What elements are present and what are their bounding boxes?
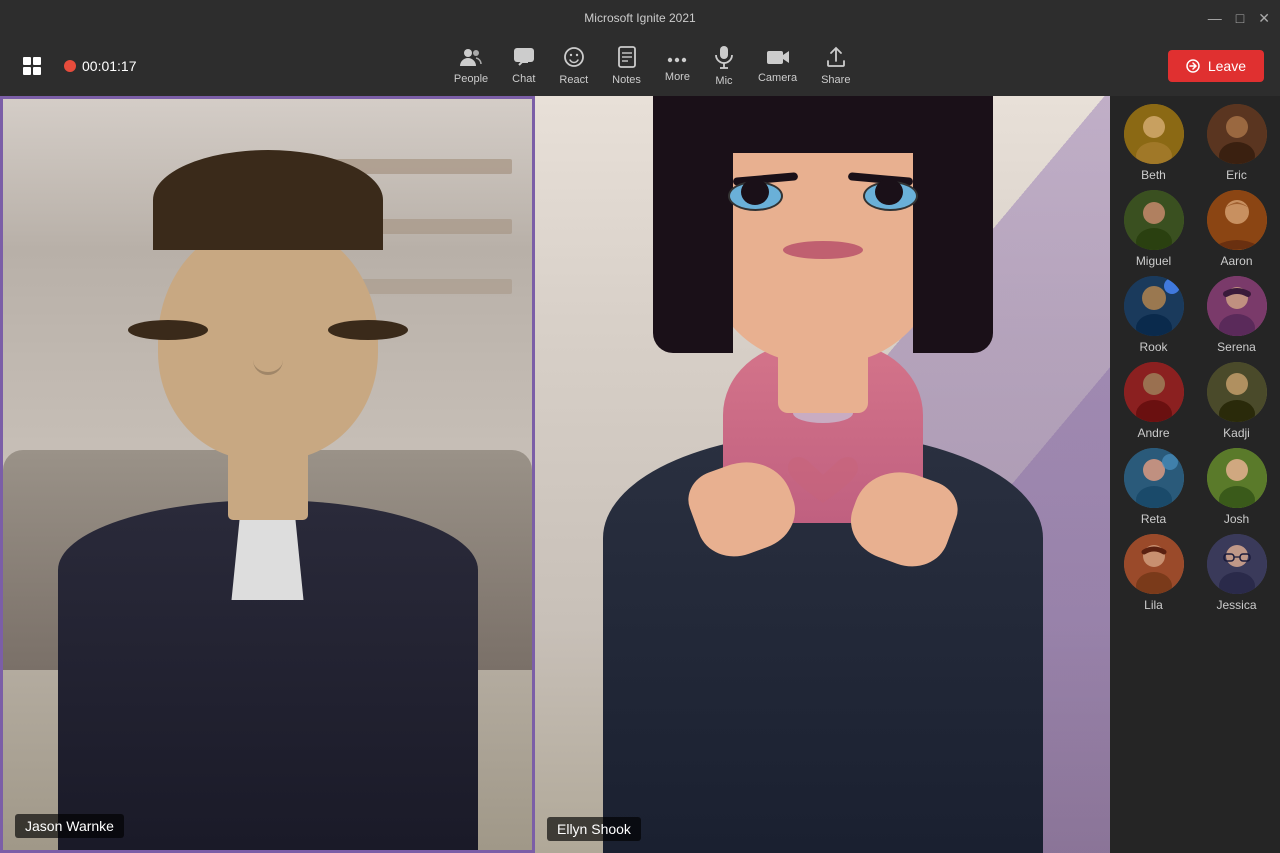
- people-icon: [459, 47, 483, 71]
- window-title: Microsoft Ignite 2021: [584, 11, 695, 25]
- chat-icon: [513, 47, 535, 71]
- name-rook: Rook: [1139, 340, 1167, 354]
- participant-aaron[interactable]: Aaron: [1199, 190, 1274, 268]
- timer-display: 00:01:17: [82, 58, 137, 74]
- share-label: Share: [821, 74, 850, 86]
- title-bar: Microsoft Ignite 2021 — □ ✕: [0, 0, 1280, 36]
- people-label: People: [454, 73, 488, 85]
- toolbar: 00:01:17 People Chat: [0, 36, 1280, 96]
- participant-kadji[interactable]: Kadji: [1199, 362, 1274, 440]
- avatar-lila: [1124, 534, 1184, 594]
- grid-view-button[interactable]: [16, 50, 48, 82]
- close-button[interactable]: ✕: [1258, 10, 1270, 27]
- toolbar-left: 00:01:17: [16, 50, 137, 82]
- ellyn-name-label: Ellyn Shook: [547, 817, 641, 841]
- grid-icon: [23, 57, 41, 75]
- chat-button[interactable]: Chat: [512, 47, 535, 85]
- participant-josh[interactable]: Josh: [1199, 448, 1274, 526]
- main-content: Jason Warnke: [0, 96, 1280, 853]
- participant-rook[interactable]: Rook: [1116, 276, 1191, 354]
- avatar-miguel: [1124, 190, 1184, 250]
- avatar-beth: [1124, 104, 1184, 164]
- recording-indicator: [64, 60, 76, 72]
- participant-beth[interactable]: Beth: [1116, 104, 1191, 182]
- participant-eric[interactable]: Eric: [1199, 104, 1274, 182]
- name-aaron: Aaron: [1220, 254, 1252, 268]
- video-background-ellyn: Ellyn Shook: [535, 96, 1110, 853]
- video-background-jason: Jason Warnke: [3, 99, 532, 850]
- camera-button[interactable]: Camera: [758, 48, 797, 84]
- name-andre: Andre: [1137, 426, 1169, 440]
- more-icon: [666, 49, 688, 69]
- name-reta: Reta: [1141, 512, 1166, 526]
- jason-name-label: Jason Warnke: [15, 814, 124, 838]
- participant-serena[interactable]: Serena: [1199, 276, 1274, 354]
- react-label: React: [559, 74, 588, 86]
- name-kadji: Kadji: [1223, 426, 1250, 440]
- minimize-button[interactable]: —: [1208, 10, 1222, 26]
- share-icon: [825, 46, 847, 72]
- avatar-reta: [1124, 448, 1184, 508]
- window-controls: — □ ✕: [1208, 10, 1270, 27]
- more-button[interactable]: More: [665, 49, 690, 83]
- avatar-rook: [1124, 276, 1184, 336]
- mic-icon: [714, 45, 734, 73]
- avatar-aaron: [1207, 190, 1267, 250]
- name-jessica: Jessica: [1216, 598, 1256, 612]
- chat-label: Chat: [512, 73, 535, 85]
- name-lila: Lila: [1144, 598, 1163, 612]
- participant-jessica[interactable]: Jessica: [1199, 534, 1274, 612]
- participant-reta[interactable]: Reta: [1116, 448, 1191, 526]
- camera-label: Camera: [758, 72, 797, 84]
- camera-icon: [766, 48, 790, 70]
- mic-label: Mic: [715, 75, 732, 87]
- toolbar-right: Leave: [1168, 50, 1264, 82]
- participant-miguel[interactable]: Miguel: [1116, 190, 1191, 268]
- name-beth: Beth: [1141, 168, 1166, 182]
- name-josh: Josh: [1224, 512, 1249, 526]
- participant-andre[interactable]: Andre: [1116, 362, 1191, 440]
- share-button[interactable]: Share: [821, 46, 850, 86]
- name-miguel: Miguel: [1136, 254, 1171, 268]
- react-icon: [563, 46, 585, 72]
- notes-label: Notes: [612, 74, 641, 86]
- avatar-andre: [1124, 362, 1184, 422]
- leave-label: Leave: [1208, 58, 1246, 74]
- react-button[interactable]: React: [559, 46, 588, 86]
- video-area: Jason Warnke: [0, 96, 1110, 853]
- avatar-serena: [1207, 276, 1267, 336]
- notes-icon: [617, 46, 637, 72]
- avatar-jessica: [1207, 534, 1267, 594]
- video-panel-jason: Jason Warnke: [0, 96, 535, 853]
- more-label: More: [665, 71, 690, 83]
- toolbar-center: People Chat React: [137, 45, 1168, 87]
- recording-timer: 00:01:17: [64, 58, 137, 74]
- notes-button[interactable]: Notes: [612, 46, 641, 86]
- avatar-josh: [1207, 448, 1267, 508]
- avatar-eric: [1207, 104, 1267, 164]
- leave-button[interactable]: Leave: [1168, 50, 1264, 82]
- participants-sidebar: Beth Eric Miguel: [1110, 96, 1280, 853]
- video-panel-ellyn: Ellyn Shook: [535, 96, 1110, 853]
- maximize-button[interactable]: □: [1236, 10, 1244, 26]
- name-eric: Eric: [1226, 168, 1247, 182]
- mic-button[interactable]: Mic: [714, 45, 734, 87]
- avatar-kadji: [1207, 362, 1267, 422]
- people-button[interactable]: People: [454, 47, 488, 85]
- name-serena: Serena: [1217, 340, 1256, 354]
- participant-lila[interactable]: Lila: [1116, 534, 1191, 612]
